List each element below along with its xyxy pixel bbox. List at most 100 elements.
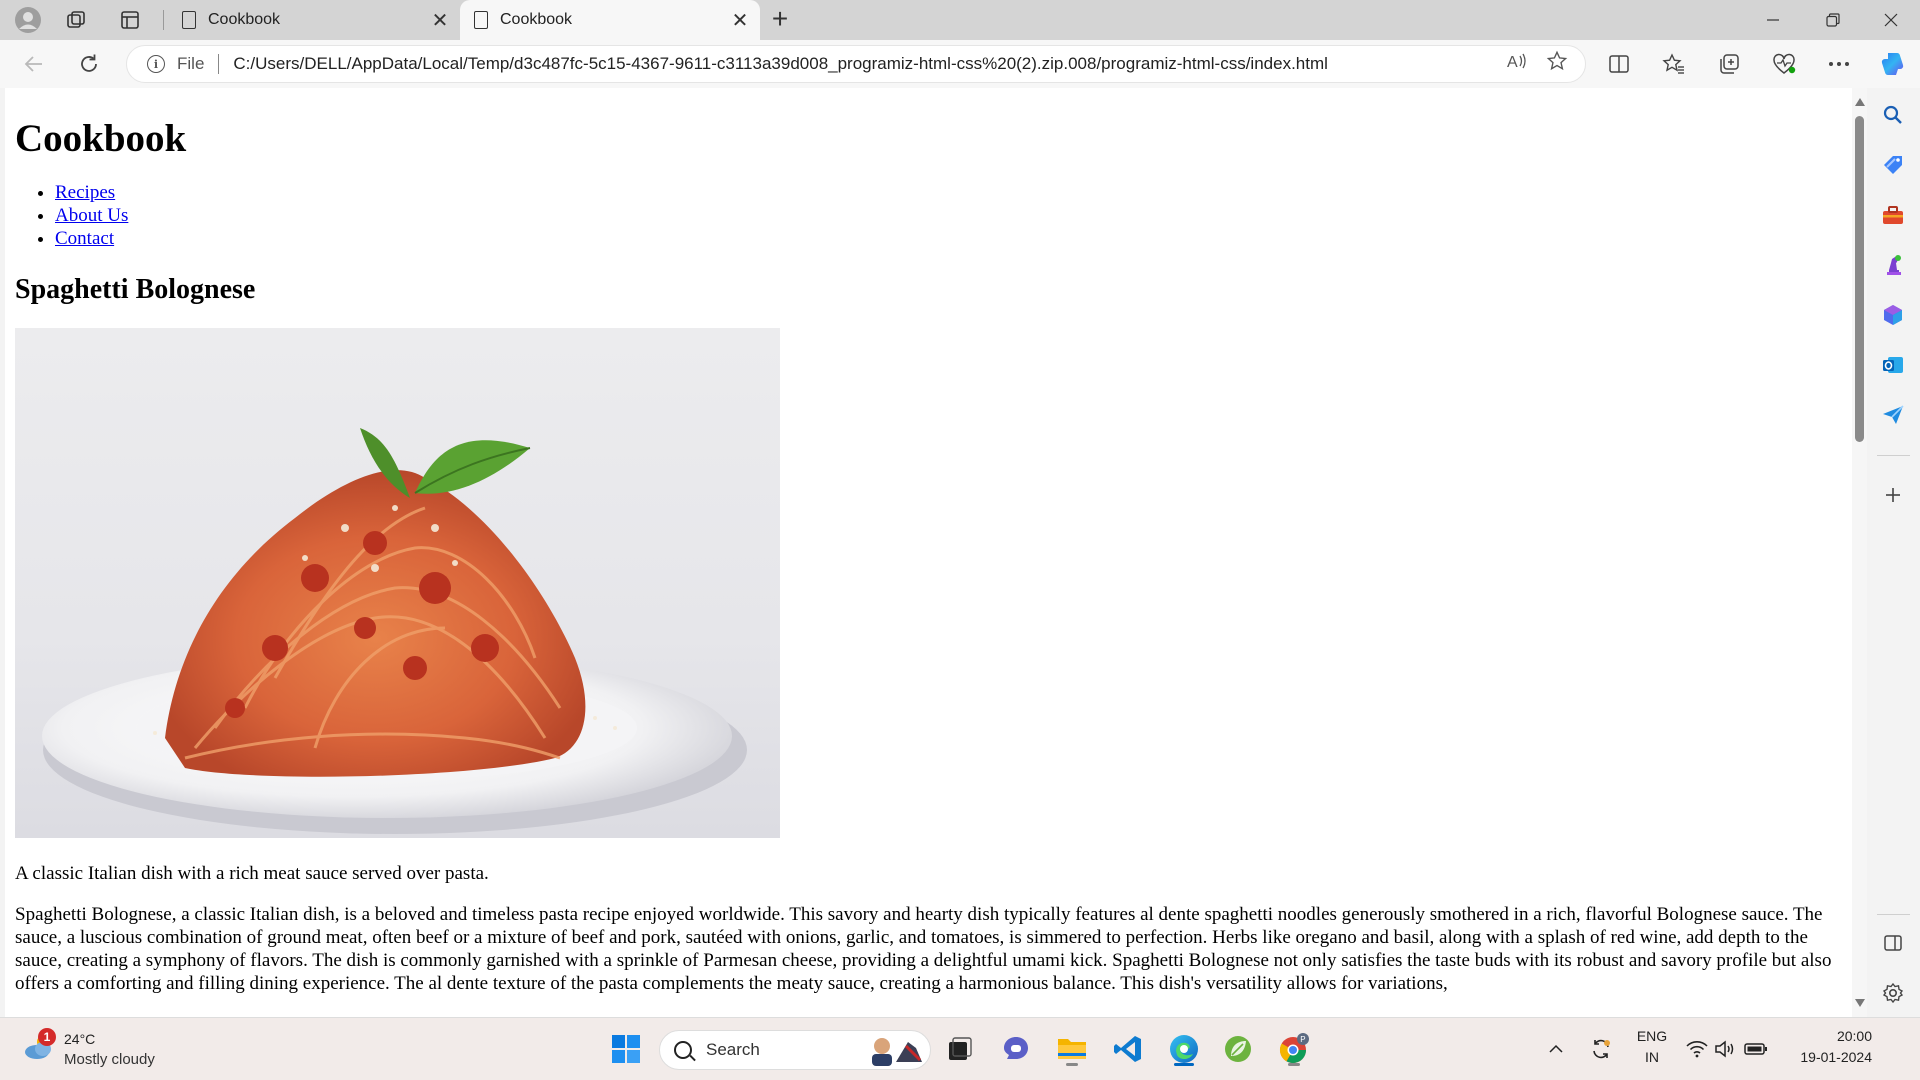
recipe-summary: A classic Italian dish with a rich meat … xyxy=(15,863,489,884)
minimize-icon xyxy=(1767,19,1779,21)
favorites-icon xyxy=(1662,53,1684,74)
workspaces-icon xyxy=(67,11,85,28)
sidebar-search-button[interactable] xyxy=(1878,100,1908,130)
new-tab-button[interactable]: + xyxy=(763,4,797,36)
running-indicator xyxy=(1288,1063,1300,1066)
language-code[interactable]: ENG xyxy=(1634,1028,1670,1044)
back-button[interactable] xyxy=(16,48,52,80)
url-text[interactable]: C:/Users/DELL/AppData/Local/Temp/d3c487f… xyxy=(233,54,1497,74)
scroll-up-arrow-icon[interactable] xyxy=(1855,98,1865,106)
sidebar-games-button[interactable] xyxy=(1878,250,1908,280)
folder-icon xyxy=(1058,1039,1086,1059)
sidebar-m365-button[interactable] xyxy=(1878,300,1908,330)
sidebar-hide-button[interactable] xyxy=(1878,928,1908,958)
nav-item: Recipes xyxy=(55,181,1845,204)
weather-temperature: 24°C xyxy=(64,1031,96,1047)
address-bar[interactable]: i File C:/Users/DELL/AppData/Local/Temp/… xyxy=(126,45,1586,83)
show-hidden-icons-button[interactable] xyxy=(1542,1030,1570,1068)
taskbar-teams-chat[interactable] xyxy=(996,1030,1036,1068)
chat-icon xyxy=(1004,1037,1028,1059)
nav-link-contact[interactable]: Contact xyxy=(55,228,114,249)
minimize-button[interactable] xyxy=(1744,0,1802,40)
taskbar-edge[interactable] xyxy=(1164,1030,1204,1068)
refresh-icon xyxy=(81,54,97,72)
sidebar-shopping-button[interactable] xyxy=(1878,150,1908,180)
recipe-image xyxy=(15,328,780,838)
recipe-title: Spaghetti Bolognese xyxy=(15,274,256,305)
clock-time[interactable]: 20:00 xyxy=(1776,1028,1872,1044)
close-window-button[interactable] xyxy=(1862,0,1920,40)
sidebar-drop-button[interactable] xyxy=(1878,400,1908,430)
plus-icon xyxy=(1886,488,1900,502)
tab-title: Cookbook xyxy=(500,11,573,28)
language-region[interactable]: IN xyxy=(1634,1049,1670,1065)
start-button[interactable] xyxy=(606,1030,646,1068)
nav-item: Contact xyxy=(55,227,1845,250)
sidebar-panel-icon xyxy=(1884,935,1902,951)
sidebar-add-button[interactable] xyxy=(1878,480,1908,510)
sync-icon xyxy=(1593,1039,1610,1059)
collections-icon xyxy=(1720,54,1739,74)
tab-actions-button[interactable] xyxy=(108,4,152,36)
profile-button[interactable] xyxy=(6,4,50,36)
more-dots-icon xyxy=(1829,62,1849,66)
refresh-button[interactable] xyxy=(71,48,107,80)
scrollbar-thumb[interactable] xyxy=(1855,116,1864,442)
page-icon xyxy=(182,11,196,29)
taskbar-chrome[interactable]: P xyxy=(1274,1030,1314,1068)
collections-button[interactable] xyxy=(1709,48,1749,80)
volume-tray-button[interactable] xyxy=(1710,1030,1740,1068)
tab-cookbook-1[interactable]: Cookbook ✕ xyxy=(168,0,460,40)
settings-more-button[interactable] xyxy=(1819,48,1859,80)
nav-link-about-us[interactable]: About Us xyxy=(55,205,128,226)
microsoft-365-icon xyxy=(1884,305,1902,325)
wifi-icon xyxy=(1686,1041,1708,1058)
favorites-button[interactable] xyxy=(1654,48,1694,80)
sidebar-tools-button[interactable] xyxy=(1878,200,1908,230)
close-icon[interactable]: ✕ xyxy=(426,8,454,33)
nav-link-recipes[interactable]: Recipes xyxy=(55,182,115,203)
sidebar-settings-button[interactable] xyxy=(1878,978,1908,1008)
vertical-scrollbar[interactable] xyxy=(1852,88,1867,1017)
windows-logo-icon xyxy=(612,1035,640,1063)
clock-date[interactable]: 19-01-2024 xyxy=(1776,1049,1872,1065)
scroll-down-arrow-icon[interactable] xyxy=(1855,999,1865,1007)
notification-badge: 1 xyxy=(38,1028,56,1046)
sidebar-divider xyxy=(1877,914,1910,915)
running-indicator xyxy=(1066,1063,1078,1066)
taskbar-vscode[interactable] xyxy=(1108,1030,1148,1068)
chevron-up-icon xyxy=(1549,1044,1563,1053)
page-title: Cookbook xyxy=(15,117,187,160)
profile-icon xyxy=(15,7,41,33)
restore-button[interactable] xyxy=(1804,0,1862,40)
browser-toolbar: i File C:/Users/DELL/AppData/Local/Temp/… xyxy=(0,40,1920,88)
search-label: Search xyxy=(706,1040,760,1059)
site-info-icon[interactable]: i xyxy=(147,55,165,73)
copilot-button[interactable] xyxy=(1873,48,1913,80)
windows-taskbar: 1 24°C Mostly cloudy Search P ENG IN 20:… xyxy=(0,1017,1920,1080)
taskbar-task-view[interactable] xyxy=(940,1030,980,1068)
recipe-description: Spaghetti Bolognese, a classic Italian d… xyxy=(15,904,1832,994)
close-icon[interactable]: ✕ xyxy=(726,8,754,33)
taskbar-sts[interactable] xyxy=(1218,1030,1258,1068)
read-aloud-icon[interactable]: A xyxy=(1497,51,1537,77)
taskbar-search[interactable]: Search xyxy=(659,1030,931,1070)
battery-tray-button[interactable] xyxy=(1740,1030,1772,1068)
page-content: Cookbook Recipes About Us Contact Spaghe… xyxy=(15,88,1845,995)
split-screen-icon xyxy=(1609,55,1629,73)
sync-tray-button[interactable] xyxy=(1586,1030,1616,1068)
workspaces-button[interactable] xyxy=(54,4,98,36)
sidebar-outlook-button[interactable] xyxy=(1878,350,1908,380)
svg-text:P: P xyxy=(1300,1035,1305,1044)
gear-icon xyxy=(1882,982,1904,1004)
split-screen-button[interactable] xyxy=(1599,48,1639,80)
toolbox-icon xyxy=(1883,206,1903,224)
favorite-star-icon[interactable] xyxy=(1537,50,1577,78)
browser-essentials-button[interactable] xyxy=(1764,48,1804,80)
taskbar-file-explorer[interactable] xyxy=(1052,1030,1092,1068)
weather-condition: Mostly cloudy xyxy=(64,1051,155,1068)
search-highlight-icon xyxy=(872,1038,922,1066)
tab-cookbook-2[interactable]: Cookbook ✕ xyxy=(460,0,760,40)
chrome-icon: P xyxy=(1279,1033,1309,1064)
wifi-tray-button[interactable] xyxy=(1682,1030,1712,1068)
